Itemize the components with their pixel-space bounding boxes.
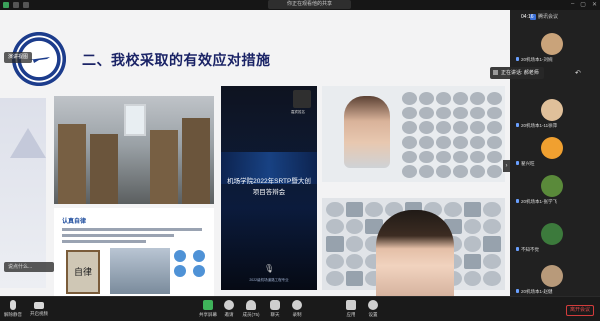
mic-icon [516, 289, 519, 293]
avatar [541, 175, 563, 197]
participant-tile[interactable]: 20机场本1-刘婉 [510, 30, 600, 64]
close-icon[interactable]: ✕ [592, 1, 597, 8]
slide-title: 二、我校采取的有效应对措施 [82, 52, 271, 68]
meeting-screenshot-1 [322, 86, 505, 182]
members-button[interactable]: 成员(75) [238, 300, 264, 318]
shield-icon[interactable] [23, 2, 29, 8]
avatar [541, 137, 563, 159]
mic-icon [516, 247, 519, 251]
participant-video [344, 96, 390, 168]
participant-tile[interactable]: 翟兴旺 [510, 134, 600, 168]
mic-icon [516, 199, 519, 203]
chat-input[interactable]: 说点什么... [4, 262, 54, 272]
avatar [541, 265, 563, 287]
cover-title: 机场学院2022年SRTP暨大创项目答辩会 [227, 178, 311, 196]
guest-avatar: 嘉宾姓名 [291, 90, 311, 114]
info-icon[interactable] [13, 2, 19, 8]
slide-thumbnail-self-discipline: 认真自律 自律 [54, 208, 214, 300]
camera-icon [34, 302, 44, 309]
back-arrow-icon[interactable]: ↶ [575, 69, 581, 77]
participant-tile[interactable]: 20机场本1-11徐萍 [510, 96, 600, 130]
apps-icon [346, 300, 356, 310]
chat-icon [270, 300, 280, 310]
participant-tile[interactable]: 20机场本1-赵健 [510, 262, 600, 296]
settings-icon [368, 300, 378, 310]
window-controls: – ▢ ✕ [571, 1, 597, 8]
mic-icon [10, 300, 16, 310]
settings-button[interactable]: 设置 [360, 300, 386, 318]
active-speaker-indicator: 正在讲话: 郝老师 [490, 67, 544, 79]
mic-icon [516, 161, 519, 165]
dorm-photo [54, 96, 214, 204]
mic-icon [516, 123, 519, 127]
top-bar: 你正在观看他的共享 – ▢ ✕ [0, 0, 600, 10]
avatar [541, 99, 563, 121]
srtp-cover-slide: 嘉宾姓名 机场学院2022年SRTP暨大创项目答辩会 🎙 2022级机场道路工程… [221, 86, 317, 290]
discipline-board: 自律 [66, 250, 100, 294]
meeting-clock: 04:16 [521, 14, 534, 20]
participant-grid [402, 92, 502, 178]
share-screen-icon [203, 300, 213, 310]
participant-tile[interactable]: 20机场本1-张学飞 [510, 172, 600, 206]
slide-decoration [0, 98, 46, 288]
meeting-toolbar: 解除静音 开启视频 共享屏幕 邀请 成员(75) 聊天 录制 应用 设置 离开会… [0, 296, 600, 321]
mic-icon: 🎙 [264, 264, 275, 273]
speaker-view-tab[interactable]: 演讲视图 [4, 52, 33, 63]
members-icon [246, 300, 256, 310]
minimize-icon[interactable]: – [571, 1, 574, 8]
icon-circles [174, 250, 208, 277]
maximize-icon[interactable]: ▢ [580, 1, 586, 8]
top-left-icons [3, 2, 29, 8]
leave-meeting-button[interactable]: 离开会议 [566, 305, 594, 316]
avatar [541, 33, 563, 55]
slide-heading: 认真自律 [62, 219, 87, 225]
presenter-camera-overlay [376, 210, 454, 296]
record-icon [292, 300, 302, 310]
sharing-status-pill[interactable]: 你正在观看他的共享 [268, 0, 351, 9]
avatar [541, 223, 563, 245]
classroom-photo [110, 248, 170, 294]
mute-button[interactable]: 解除静音 [0, 300, 26, 318]
speaker-icon [493, 70, 498, 76]
collapse-panel-button[interactable]: › [503, 160, 510, 172]
video-button[interactable]: 开启视频 [26, 300, 52, 317]
network-icon[interactable] [3, 2, 9, 8]
mic-icon [516, 57, 519, 61]
record-button[interactable]: 录制 [284, 300, 310, 318]
invite-icon [224, 300, 234, 310]
participant-panel: 腾讯会议 20机场本1-刘婉 20机场本1-11徐萍 翟兴旺 20机场本1-张学… [510, 10, 600, 298]
cover-footer: 2022级机场道路工程专业 [249, 278, 289, 282]
participant-tile[interactable]: 不知不觉 [510, 220, 600, 254]
